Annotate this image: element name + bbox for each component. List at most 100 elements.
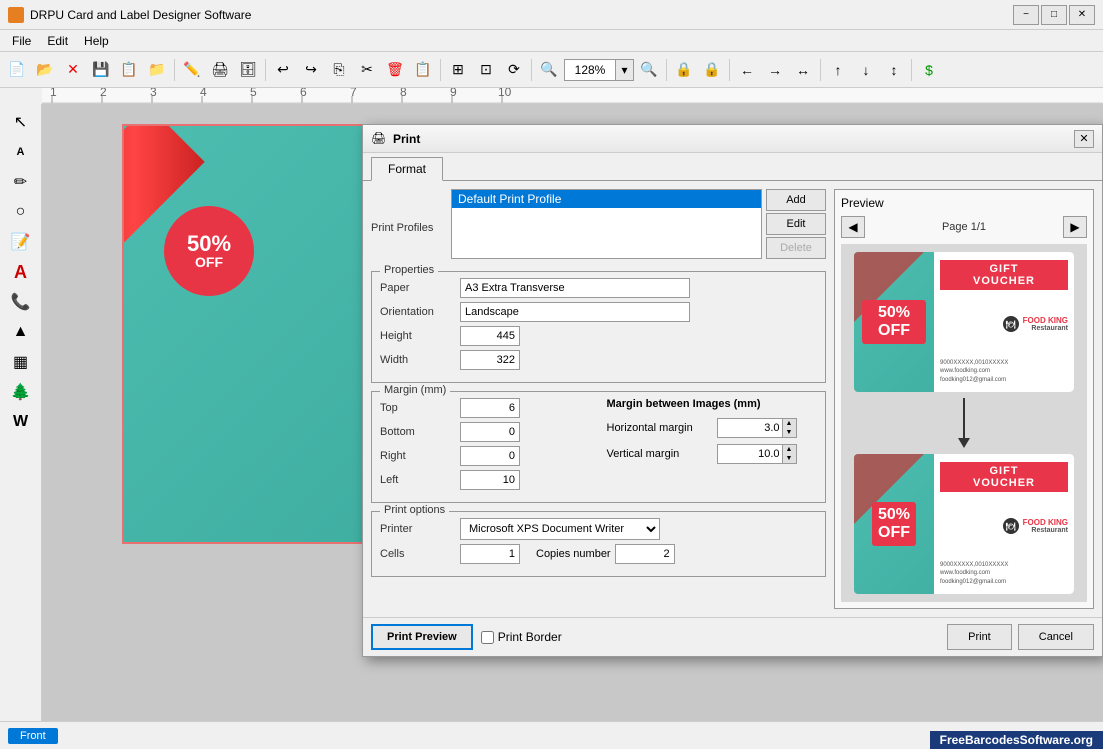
- new-button[interactable]: 📄: [4, 57, 30, 83]
- prev-page-button[interactable]: ◀: [841, 216, 865, 238]
- arrow-right-btn[interactable]: →: [762, 57, 788, 83]
- svg-text:3: 3: [150, 88, 157, 99]
- barcode-tool[interactable]: ▦: [6, 348, 36, 376]
- print-border-checkbox[interactable]: [481, 631, 494, 644]
- paper-input[interactable]: [460, 278, 690, 298]
- margin-right-col: Margin between Images (mm) Horizontal ma…: [607, 398, 818, 494]
- dialog-tabs: Format: [363, 153, 1102, 181]
- save-button[interactable]: 💾: [88, 57, 114, 83]
- right-input[interactable]: [460, 446, 520, 466]
- top-input[interactable]: [460, 398, 520, 418]
- h-margin-label: Horizontal margin: [607, 422, 717, 434]
- menu-help[interactable]: Help: [76, 32, 117, 50]
- zoom-in-btn[interactable]: 🔍: [636, 57, 662, 83]
- print-button-dialog[interactable]: Print: [947, 624, 1012, 650]
- maximize-button[interactable]: □: [1041, 5, 1067, 25]
- save-as-button[interactable]: 📋: [116, 57, 142, 83]
- printer-label: Printer: [380, 523, 460, 535]
- arrow-h-btn[interactable]: ↔: [790, 57, 816, 83]
- letter-a-tool[interactable]: A: [6, 258, 36, 286]
- orientation-label: Orientation: [380, 306, 460, 318]
- pencil-tool[interactable]: 📝: [6, 228, 36, 256]
- zoom-box: 128% ▾: [564, 59, 634, 81]
- ellipse-tool[interactable]: ○: [6, 198, 36, 226]
- height-row: Height: [380, 326, 817, 346]
- h-margin-input[interactable]: [718, 419, 782, 437]
- cancel-button-dialog[interactable]: Cancel: [1018, 624, 1094, 650]
- dialog-close-button[interactable]: ✕: [1074, 130, 1094, 148]
- printer-select[interactable]: Microsoft XPS Document Writer: [460, 518, 660, 540]
- print-preview-button[interactable]: Print Preview: [371, 624, 473, 650]
- phone-tool[interactable]: 📞: [6, 288, 36, 316]
- triangle-tool[interactable]: ▲: [6, 318, 36, 346]
- align-button[interactable]: ⊡: [473, 57, 499, 83]
- cells-input[interactable]: [460, 544, 520, 564]
- edit-profile-button[interactable]: Edit: [766, 213, 826, 235]
- w-tool[interactable]: W: [6, 408, 36, 436]
- menu-file[interactable]: File: [4, 32, 39, 50]
- voucher-title-1: GIFTVOUCHER: [940, 260, 1068, 290]
- minimize-button[interactable]: −: [1013, 5, 1039, 25]
- svg-text:5: 5: [250, 88, 257, 99]
- delete-button[interactable]: 🗑: [382, 57, 408, 83]
- menu-edit[interactable]: Edit: [39, 32, 76, 50]
- dialog-content: Print Profiles Default Print Profile Add…: [363, 181, 1102, 617]
- v-margin-input[interactable]: [718, 445, 782, 463]
- dialog-footer: Print Preview Print Border Print Cancel: [363, 617, 1102, 656]
- zoom-input[interactable]: 128%: [565, 60, 615, 80]
- delete-profile-button[interactable]: Delete: [766, 237, 826, 259]
- browse-button[interactable]: 📁: [144, 57, 170, 83]
- copies-input[interactable]: [615, 544, 675, 564]
- tree-tool[interactable]: 🌲: [6, 378, 36, 406]
- margin-group-title: Margin (mm): [380, 384, 450, 396]
- database-button[interactable]: 🗄: [235, 57, 261, 83]
- redo-button[interactable]: ↪: [298, 57, 324, 83]
- lock2-btn[interactable]: 🔒: [699, 57, 725, 83]
- zoom-out-btn[interactable]: 🔍: [536, 57, 562, 83]
- paste-button[interactable]: 📋: [410, 57, 436, 83]
- v-margin-up[interactable]: ▲: [782, 445, 796, 454]
- arrow-up-btn[interactable]: ↑: [825, 57, 851, 83]
- arrow-left-btn[interactable]: ←: [734, 57, 760, 83]
- card-right-2: GIFTVOUCHER 🍽 FOOD KING Restaurant: [934, 454, 1074, 594]
- lock1-btn[interactable]: 🔒: [671, 57, 697, 83]
- tab-format[interactable]: Format: [371, 157, 443, 181]
- front-tab[interactable]: Front: [8, 728, 58, 744]
- add-profile-button[interactable]: Add: [766, 189, 826, 211]
- top-label: Top: [380, 402, 460, 414]
- undo-button[interactable]: ↩: [270, 57, 296, 83]
- profile-list[interactable]: Default Print Profile: [451, 189, 762, 259]
- properties-group-title: Properties: [380, 264, 438, 276]
- zoom-dropdown-btn[interactable]: ▾: [615, 60, 633, 80]
- dollar-btn[interactable]: $: [916, 57, 942, 83]
- profile-item-default[interactable]: Default Print Profile: [452, 190, 761, 208]
- text-tool[interactable]: A: [6, 138, 36, 166]
- h-margin-down[interactable]: ▼: [782, 428, 796, 437]
- edit-button[interactable]: ✏️: [179, 57, 205, 83]
- cut-button[interactable]: ✂: [354, 57, 380, 83]
- profiles-label: Print Profiles: [371, 222, 451, 234]
- arrow-line: [963, 398, 965, 438]
- left-input[interactable]: [460, 470, 520, 490]
- rotate-button[interactable]: ⟳: [501, 57, 527, 83]
- dialog-left-panel: Print Profiles Default Print Profile Add…: [371, 189, 826, 609]
- v-margin-down[interactable]: ▼: [782, 454, 796, 463]
- arrow-down-btn[interactable]: ↓: [853, 57, 879, 83]
- height-input[interactable]: [460, 326, 520, 346]
- pen-tool[interactable]: ✏: [6, 168, 36, 196]
- close-button-tb[interactable]: ✕: [60, 57, 86, 83]
- width-input[interactable]: [460, 350, 520, 370]
- bottom-input[interactable]: [460, 422, 520, 442]
- copy-button[interactable]: ⎘: [326, 57, 352, 83]
- close-button[interactable]: ✕: [1069, 5, 1095, 25]
- print-button[interactable]: 🖨: [207, 57, 233, 83]
- next-page-button[interactable]: ▶: [1063, 216, 1087, 238]
- percent-value-2: 50%OFF: [878, 506, 910, 541]
- grid-button[interactable]: ⊞: [445, 57, 471, 83]
- h-margin-up[interactable]: ▲: [782, 419, 796, 428]
- arrow-v-btn[interactable]: ↕: [881, 57, 907, 83]
- open-button[interactable]: 📂: [32, 57, 58, 83]
- select-tool[interactable]: ↖: [6, 108, 36, 136]
- orientation-input[interactable]: [460, 302, 690, 322]
- dialog-title-bar: 🖨 Print ✕: [363, 125, 1102, 153]
